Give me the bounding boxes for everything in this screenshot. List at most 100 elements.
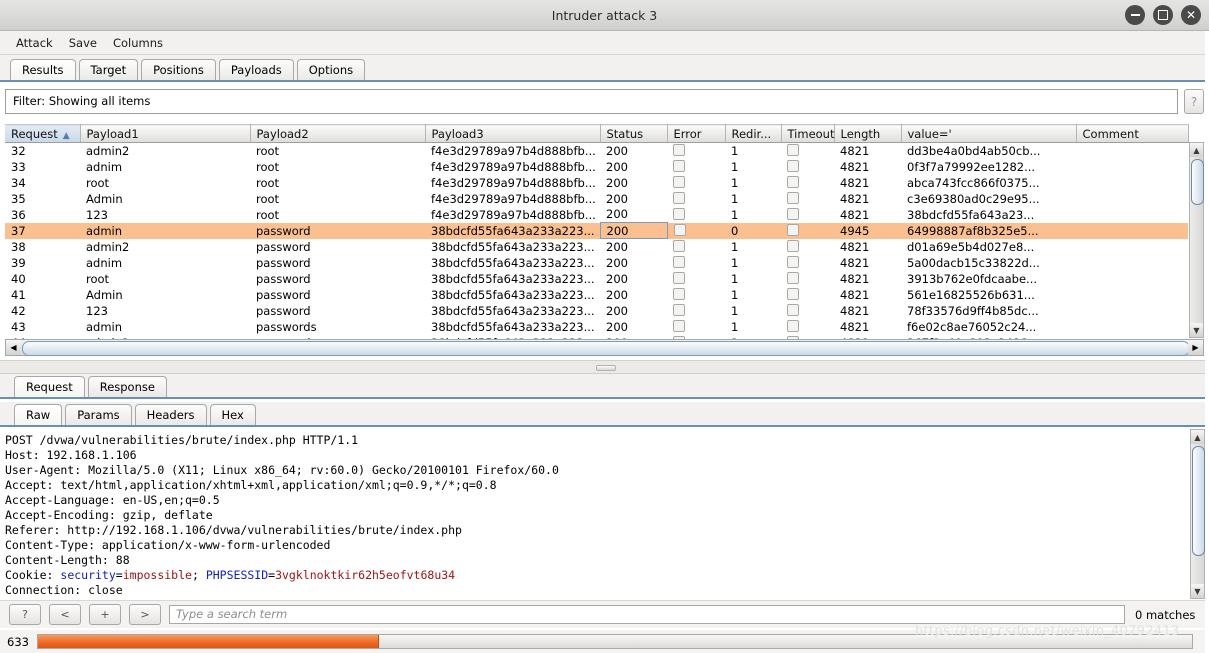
table-row[interactable]: 34 root root f4e3d29789a97b4d888bfb... 200 1 4… <box>5 175 1188 191</box>
tab-raw[interactable]: Raw <box>14 404 63 426</box>
timeout-checkbox[interactable] <box>787 143 799 156</box>
table-row[interactable]: 36 123 root f4e3d29789a97b4d888bfb... 200 1 48… <box>5 207 1188 223</box>
column-header-request[interactable]: Request ▲ <box>5 124 81 143</box>
error-checkbox[interactable] <box>673 191 685 204</box>
tab-headers[interactable]: Headers <box>134 404 207 426</box>
payload3-cell: f4e3d29789a97b4d888bfb... <box>431 207 596 222</box>
horizontal-scroll-thumb[interactable] <box>22 341 1190 356</box>
request-cell: 33 <box>11 159 26 174</box>
timeout-checkbox[interactable] <box>787 287 799 300</box>
request-scroll-thumb[interactable] <box>1192 446 1205 556</box>
timeout-checkbox[interactable] <box>787 175 799 188</box>
cookie-prefix: Cookie: <box>5 568 61 582</box>
table-row[interactable]: 38 admin2 password 38bdcfd55fa643a233a223..… <box>5 239 1188 255</box>
column-header-payload3[interactable]: Payload3 <box>425 124 601 143</box>
menu-item-columns[interactable]: Columns <box>105 34 171 52</box>
error-checkbox[interactable] <box>673 271 685 284</box>
scroll-down-icon[interactable]: ▼ <box>1190 323 1203 337</box>
splitter-grip[interactable] <box>596 365 616 371</box>
tab-request[interactable]: Request <box>14 376 85 398</box>
timeout-checkbox[interactable] <box>787 207 799 220</box>
error-checkbox[interactable] <box>673 319 685 332</box>
column-header-redirect[interactable]: Redir... <box>725 124 782 143</box>
value-cell: 5a00dacb15c33822d... <box>907 255 1040 270</box>
results-horizontal-scrollbar[interactable]: ◀ ▶ <box>5 339 1204 356</box>
results-vertical-scrollbar[interactable]: ▲ ▼ <box>1189 142 1204 338</box>
menu-item-save[interactable]: Save <box>61 34 105 52</box>
timeout-checkbox[interactable] <box>787 191 799 204</box>
column-header-length[interactable]: Length <box>834 124 902 143</box>
column-header-error[interactable]: Error <box>667 124 726 143</box>
raw-request-body[interactable]: POST /dvwa/vulnerabilities/brute/index.p… <box>0 429 1195 599</box>
tab-options[interactable]: Options <box>296 59 366 81</box>
error-checkbox[interactable] <box>673 207 685 220</box>
request-scroll-up-icon[interactable]: ▲ <box>1191 430 1204 444</box>
comment-cell <box>1076 222 1188 239</box>
tab-response[interactable]: Response <box>87 376 167 398</box>
table-header-row: Request ▲ Payload1 Payload2 Payload3 Stat… <box>5 124 1189 143</box>
search-help-icon[interactable]: ? <box>9 604 41 625</box>
column-header-timeout[interactable]: Timeout <box>781 124 835 143</box>
tab-params[interactable]: Params <box>65 404 132 426</box>
timeout-checkbox[interactable] <box>787 239 799 252</box>
comment-cell <box>1076 303 1188 319</box>
timeout-checkbox[interactable] <box>787 319 799 332</box>
column-header-comment[interactable]: Comment <box>1076 124 1189 143</box>
table-row[interactable]: 35 Admin root f4e3d29789a97b4d888bfb... 200 1… <box>5 191 1188 207</box>
minimize-icon[interactable] <box>1125 5 1145 25</box>
filter-help-icon[interactable]: ? <box>1184 89 1204 114</box>
timeout-checkbox[interactable] <box>787 223 799 236</box>
tab-target[interactable]: Target <box>78 59 139 81</box>
tab-positions[interactable]: Positions <box>141 59 216 81</box>
table-row[interactable]: 39 adnim password 38bdcfd55fa643a233a223...… <box>5 255 1188 271</box>
request-scroll-down-icon[interactable]: ▼ <box>1191 584 1204 598</box>
error-checkbox[interactable] <box>673 287 685 300</box>
payload2-cell: password <box>256 287 311 302</box>
vertical-scroll-thumb[interactable] <box>1191 159 1204 205</box>
search-next-button[interactable]: > <box>129 604 161 625</box>
close-icon[interactable]: ✕ <box>1181 5 1201 25</box>
search-prev-button[interactable]: < <box>49 604 81 625</box>
error-checkbox[interactable] <box>673 223 686 236</box>
error-checkbox[interactable] <box>673 255 685 268</box>
table-row[interactable]: 43 admin passwords 38bdcfd55fa643a233a223..… <box>5 319 1188 335</box>
filter-bar[interactable]: Filter: Showing all items <box>5 89 1178 114</box>
table-row[interactable]: 42 123 password 38bdcfd55fa643a233a223... 20… <box>5 303 1188 319</box>
scroll-left-icon[interactable]: ◀ <box>6 340 21 355</box>
request-vertical-scrollbar[interactable]: ▲ ▼ <box>1190 429 1205 599</box>
search-input[interactable]: Type a search term <box>169 605 1125 624</box>
scroll-right-icon[interactable]: ▶ <box>1188 340 1203 355</box>
length-cell: 4945 <box>834 222 901 239</box>
scroll-up-icon[interactable]: ▲ <box>1190 143 1203 157</box>
timeout-checkbox[interactable] <box>787 271 799 284</box>
timeout-checkbox[interactable] <box>787 303 799 316</box>
table-row[interactable]: 37 admin password 38bdcfd55fa643a233a223...… <box>5 222 1188 239</box>
cookie-separator: ; <box>191 568 206 582</box>
tab-hex[interactable]: Hex <box>209 404 256 426</box>
timeout-checkbox[interactable] <box>787 159 799 172</box>
connection-line: Connection: close <box>5 583 123 597</box>
tab-payloads[interactable]: Payloads <box>218 59 294 81</box>
panel-splitter[interactable] <box>0 360 1209 374</box>
error-checkbox[interactable] <box>673 159 685 172</box>
table-row[interactable]: 32 admin2 root f4e3d29789a97b4d888bfb... 200… <box>5 143 1188 159</box>
timeout-checkbox[interactable] <box>787 255 799 268</box>
menu-item-attack[interactable]: Attack <box>8 34 61 52</box>
error-checkbox[interactable] <box>673 303 685 316</box>
tab-results[interactable]: Results <box>10 59 76 81</box>
column-header-payload1[interactable]: Payload1 <box>80 124 251 143</box>
column-header-payload2[interactable]: Payload2 <box>250 124 426 143</box>
column-header-status[interactable]: Status <box>600 124 668 143</box>
table-row[interactable]: 33 adnim root f4e3d29789a97b4d888bfb... 200 1… <box>5 159 1188 175</box>
error-checkbox[interactable] <box>673 143 685 156</box>
payload1-cell: adnim <box>86 255 123 270</box>
error-checkbox[interactable] <box>673 175 685 188</box>
maximize-icon[interactable] <box>1153 5 1173 25</box>
results-table: Request ▲ Payload1 Payload2 Payload3 Stat… <box>5 124 1189 351</box>
column-header-value[interactable]: value=' <box>901 124 1077 143</box>
error-checkbox[interactable] <box>673 239 685 252</box>
search-add-button[interactable]: + <box>89 604 121 625</box>
table-row[interactable]: 41 Admin password 38bdcfd55fa643a233a223...… <box>5 287 1188 303</box>
value-cell: c3e69380ad0c29e95... <box>907 191 1040 206</box>
table-row[interactable]: 40 root password 38bdcfd55fa643a233a223... 2… <box>5 271 1188 287</box>
